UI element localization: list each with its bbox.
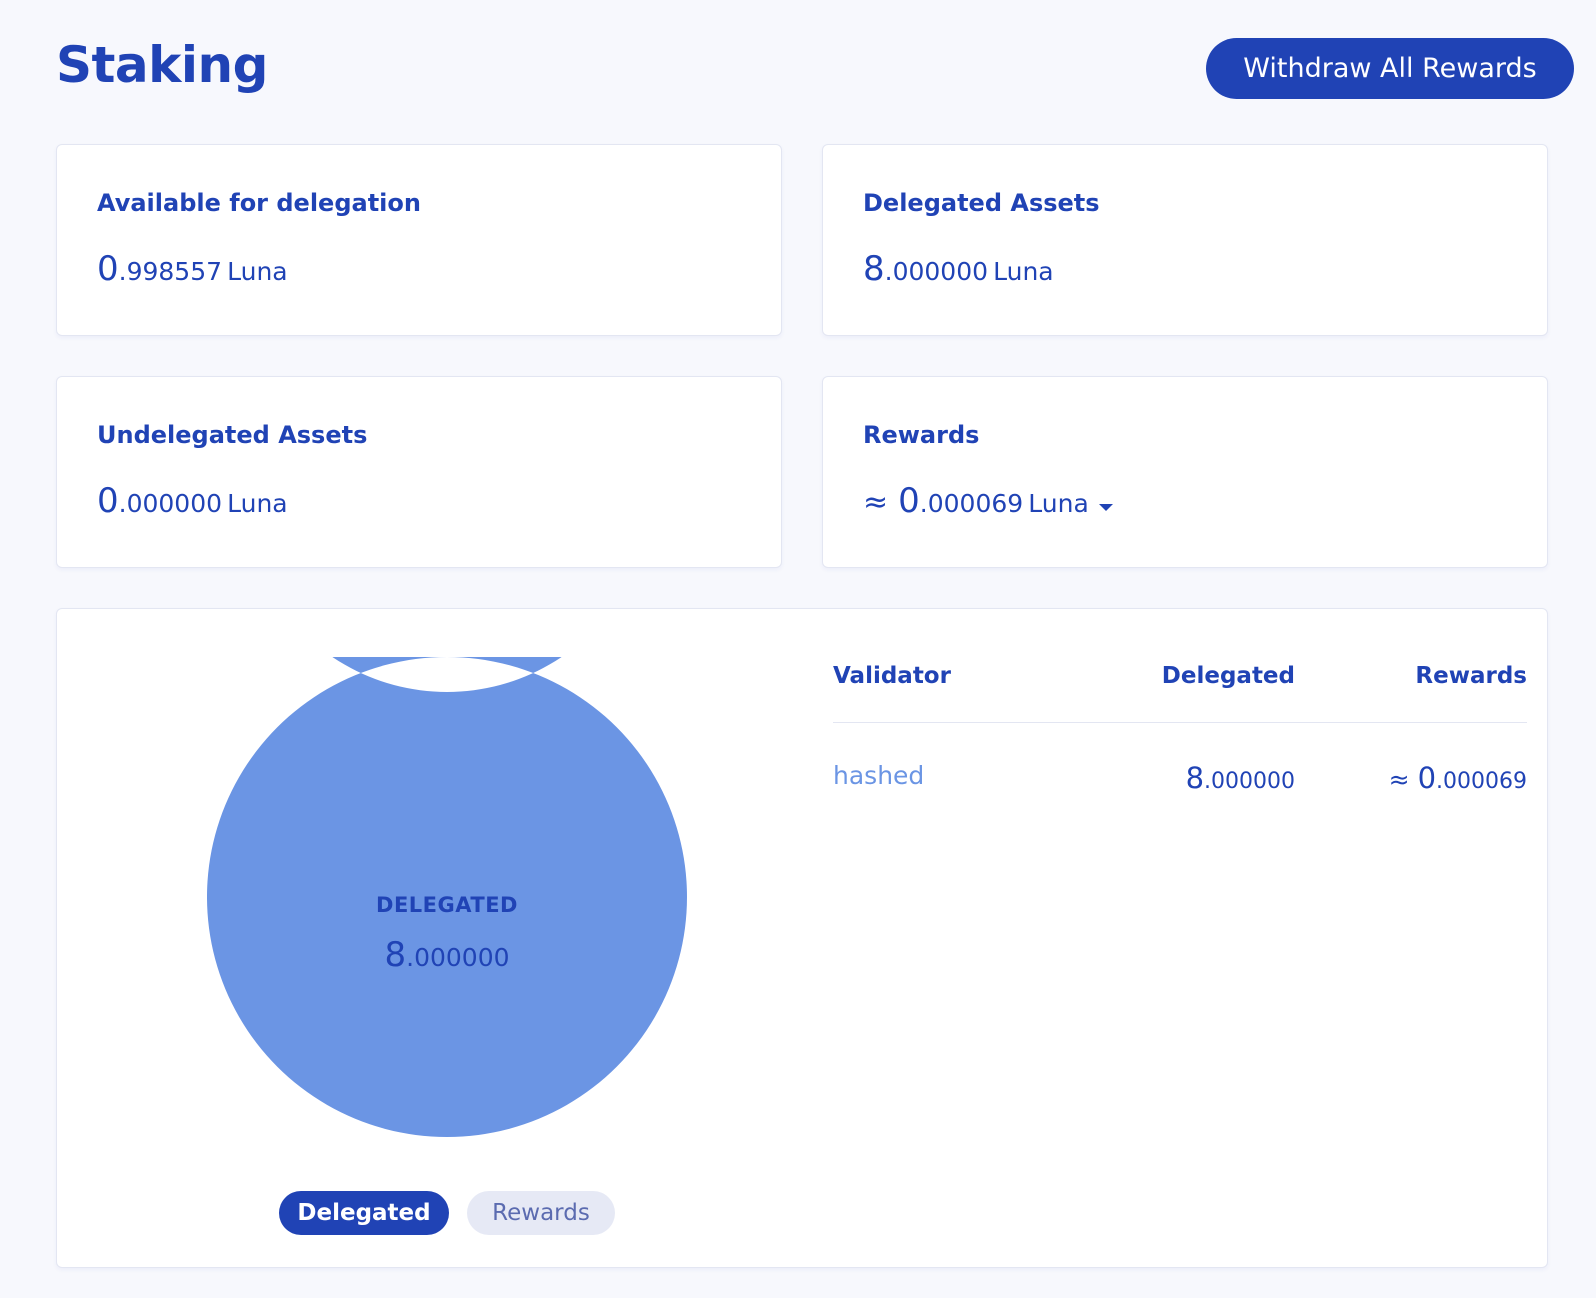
toggle-delegated-button[interactable]: Delegated <box>279 1191 449 1235</box>
undelegated-value: 0.000000 Luna <box>97 481 288 521</box>
delegated-label: Delegated Assets <box>863 189 1100 217</box>
delegated-unit: Luna <box>993 257 1054 286</box>
rewards-unit: Luna <box>1028 489 1089 518</box>
rewards-int: 0 <box>898 481 920 521</box>
delegated-int: 8 <box>863 249 885 289</box>
donut-center-value: 8.000000 <box>207 935 687 975</box>
row-rewards-approx: ≈ <box>1388 765 1410 794</box>
delegation-panel: DELEGATED 8.000000 Delegated Rewards Val… <box>56 281 1548 1268</box>
donut-center: DELEGATED 8.000000 <box>207 657 687 1137</box>
donut-center-int: 8 <box>384 935 407 975</box>
rewards-value[interactable]: ≈0.000069 Luna <box>863 481 1113 521</box>
page-title: Staking <box>56 36 268 94</box>
delegated-dec: .000000 <box>884 257 989 286</box>
available-unit: Luna <box>227 257 288 286</box>
available-card: Available for delegation 0.998557 Luna <box>56 144 782 336</box>
row-rewards: ≈0.000069 <box>1389 761 1527 795</box>
header-delegated: Delegated <box>1161 663 1295 689</box>
row-rewards-int: 0 <box>1417 761 1437 795</box>
row-delegated: 8.000000 <box>1186 761 1295 795</box>
undelegated-card: Undelegated Assets 0.000000 Luna <box>56 376 782 568</box>
available-value: 0.998557 Luna <box>97 249 288 289</box>
row-delegated-dec: .000000 <box>1204 769 1295 794</box>
table-header: Validator Delegated Rewards <box>833 657 1527 723</box>
donut-chart: DELEGATED 8.000000 <box>206 281 687 1137</box>
rewards-dec: .000069 <box>919 489 1024 518</box>
donut-center-dec: .000000 <box>406 943 510 972</box>
available-dec: .998557 <box>118 257 223 286</box>
validator-table: Validator Delegated Rewards hashed 8.000… <box>833 657 1527 835</box>
undelegated-dec: .000000 <box>118 489 223 518</box>
row-rewards-dec: .000069 <box>1436 769 1527 794</box>
donut-center-label: DELEGATED <box>376 893 518 917</box>
delegated-card: Delegated Assets 8.000000 Luna <box>822 144 1548 336</box>
undelegated-int: 0 <box>97 481 119 521</box>
undelegated-label: Undelegated Assets <box>97 421 368 449</box>
toggle-rewards-button[interactable]: Rewards <box>467 1191 615 1235</box>
undelegated-unit: Luna <box>227 489 288 518</box>
withdraw-all-rewards-button[interactable]: Withdraw All Rewards <box>1206 38 1574 99</box>
staking-page: Staking Withdraw All Rewards Available f… <box>0 0 1596 1298</box>
available-int: 0 <box>97 249 119 289</box>
table-row: hashed 8.000000 ≈0.000069 <box>833 723 1527 835</box>
caret-down-icon[interactable] <box>1098 504 1113 511</box>
rewards-card: Rewards ≈0.000069 Luna <box>822 376 1548 568</box>
delegated-value: 8.000000 Luna <box>863 249 1054 289</box>
header-rewards: Rewards <box>1415 663 1527 689</box>
rewards-approx: ≈ <box>863 485 889 520</box>
validator-link-hashed[interactable]: hashed <box>833 761 924 790</box>
header-validator: Validator <box>833 663 951 689</box>
row-delegated-int: 8 <box>1185 761 1205 795</box>
rewards-label: Rewards <box>863 421 980 449</box>
available-label: Available for delegation <box>97 189 421 217</box>
